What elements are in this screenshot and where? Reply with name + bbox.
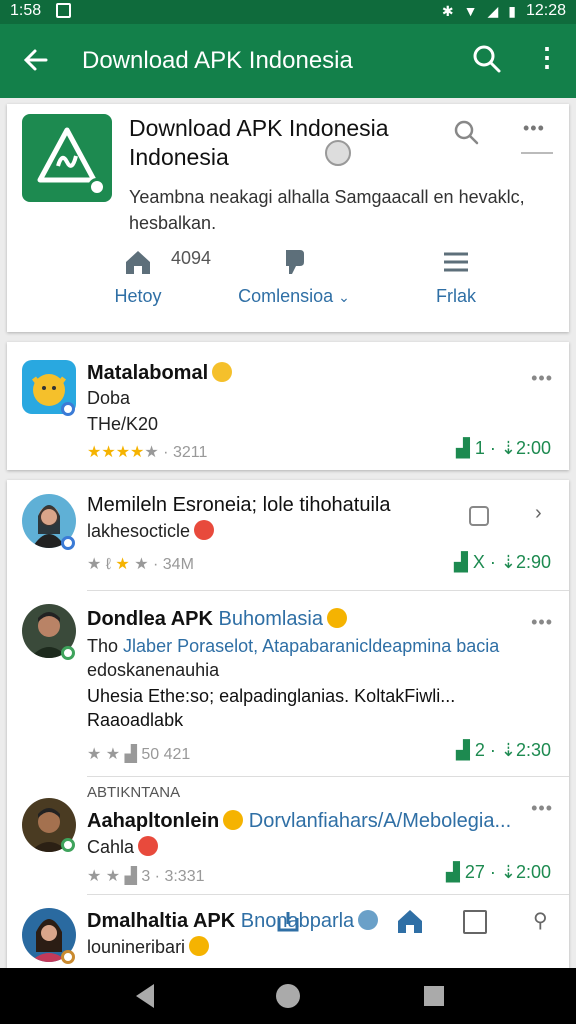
chart-icon: ▟	[453, 552, 468, 572]
status-clock: 12:28	[525, 2, 566, 19]
status-time: 1:58	[10, 2, 42, 19]
item-name: Memileln Esroneia; lole tihohatuila	[87, 494, 391, 516]
signal-icon: ◢	[487, 2, 499, 19]
wifi-icon: ▼	[463, 3, 478, 19]
item-subtitle: Tho Jlaber Poraselot, Atapabaranicldeapm…	[87, 636, 500, 656]
item-overline: ABTIKNTANA	[87, 784, 181, 801]
rating-stars: ★ ℓ ★ ★ · 34M	[87, 556, 194, 573]
smile-emoji-icon	[223, 810, 244, 830]
list-item[interactable]: Dondlea APK Buhomlasia ••• Tho Jlaber Po…	[7, 590, 569, 776]
overflow-menu-icon[interactable]: ⋮	[534, 42, 560, 76]
chevron-down-icon: ⌄	[338, 289, 350, 305]
item-description-3: Raaoadlabk	[87, 710, 184, 730]
chart-icon: ▟	[455, 438, 470, 458]
item-name: Dondlea APK Buhomlasia	[87, 608, 348, 631]
item-stats: ▟ 2 · ⇣2:30	[455, 740, 551, 760]
action-comments-label: Comlensioa	[238, 286, 334, 306]
home-icon[interactable]	[395, 906, 425, 936]
globe-emoji-icon	[358, 910, 379, 930]
emoji-icon	[325, 140, 351, 166]
message-icon[interactable]	[469, 506, 489, 526]
list-item[interactable]: Matalabomal ••• Doba THe/K20 ★★★★★ · 321…	[7, 342, 569, 470]
item-name: Aahapltonlein Dorvlanfiahars/A/Mebolegia…	[87, 810, 512, 832]
item-more-icon[interactable]: •••	[531, 798, 553, 819]
share-icon[interactable]	[275, 908, 301, 934]
list-card: Memileln Esroneia; lole tihohatuila lakh…	[7, 480, 569, 968]
app-bar: Download APK Indonesia ⋮	[0, 24, 576, 98]
smile-emoji-icon	[327, 608, 348, 628]
item-description: edoskanenauhia	[87, 660, 220, 680]
item-name: Matalabomal	[87, 362, 233, 385]
nav-recent-icon[interactable]	[424, 986, 444, 1006]
menu-icon	[444, 252, 468, 272]
action-comments[interactable]: Comlensioa ⌄	[229, 244, 359, 307]
nav-home-icon[interactable]	[276, 984, 300, 1008]
thumb-icon	[286, 250, 304, 274]
search-icon[interactable]	[470, 42, 504, 76]
app-header-card: Download APK Indonesia Indonesia ••• Yea…	[7, 104, 569, 332]
emoji-icon	[138, 836, 159, 856]
item-name: Dmalhaltia APK Bnonabparla	[87, 910, 379, 933]
rating-stars: ★ ★ ▟ 3 · 3:331	[87, 868, 205, 885]
key-icon[interactable]: ⚲	[533, 908, 548, 933]
battery-icon: ▮	[508, 2, 516, 19]
download-icon: ⇣	[500, 862, 516, 882]
verified-badge	[61, 646, 75, 660]
home-icon	[126, 251, 150, 274]
system-nav-bar	[0, 968, 576, 1024]
list-item[interactable]: ABTIKNTANA Aahapltonlein Dorvlanfiahars/…	[7, 776, 569, 894]
list-icon[interactable]	[463, 910, 487, 934]
item-more-icon[interactable]: •••	[531, 612, 553, 633]
smile-emoji-icon	[189, 936, 210, 956]
logo-badge	[88, 178, 106, 196]
app-description: Yeambna neakagi alhalla Samgaacall en he…	[129, 187, 525, 233]
chart-icon: ▟	[445, 862, 460, 882]
item-subtitle: lakhesocticle	[87, 520, 215, 542]
list-item[interactable]: Memileln Esroneia; lole tihohatuila lakh…	[7, 480, 569, 590]
rating-count: 4094	[171, 248, 212, 268]
verified-badge	[61, 402, 75, 416]
item-stats: ▟ X · ⇣2:90	[453, 552, 551, 572]
item-subtitle: Doba	[87, 388, 131, 408]
app-title: Download APK Indonesia Indonesia	[129, 115, 389, 170]
emoji-icon	[194, 520, 215, 540]
rating-stars: ★ ★ ▟ 50 421	[87, 746, 191, 763]
item-subtitle: lounineribari	[87, 936, 210, 958]
verified-badge	[61, 838, 75, 852]
back-arrow-icon[interactable]	[18, 42, 54, 78]
verified-badge	[61, 950, 75, 964]
chart-icon: ▟	[455, 740, 470, 760]
vibrate-icon: ✱	[441, 2, 454, 19]
action-more-label: Frlak	[436, 286, 476, 306]
header-divider	[521, 152, 553, 154]
app-bar-title: Download APK Indonesia	[82, 47, 353, 74]
item-version: THe/K20	[87, 414, 159, 434]
image-notification-icon	[56, 3, 71, 18]
item-subtitle: Cahla	[87, 836, 159, 858]
list-card: Matalabomal ••• Doba THe/K20 ★★★★★ · 321…	[7, 342, 569, 470]
nav-back-icon[interactable]	[136, 984, 154, 1008]
action-more[interactable]: Frlak	[421, 244, 491, 307]
download-icon: ⇣	[500, 740, 516, 760]
item-description-2: Uhesia Ethe:so; ealpadinglanias. KoltakF…	[87, 686, 456, 706]
rating-stars: ★★★★★ · 3211	[87, 444, 208, 461]
action-home[interactable]: Hetoy	[103, 244, 173, 307]
header-more-icon[interactable]: •••	[523, 118, 545, 139]
download-icon: ⇣	[500, 438, 516, 458]
app-logo	[22, 114, 112, 202]
list-item[interactable]: Dmalhaltia APK Bnonabparla lounineribari…	[7, 894, 569, 968]
status-bar: 1:58 ✱ ▼ ◢ ▮ 12:28	[0, 0, 576, 24]
action-home-label: Hetoy	[114, 286, 162, 306]
header-search-icon[interactable]	[452, 118, 480, 146]
item-stats: ▟ 1 · ⇣2:00	[455, 438, 551, 458]
verified-badge	[61, 536, 75, 550]
download-icon: ⇣	[500, 552, 516, 572]
expand-icon[interactable]: ›	[535, 502, 542, 525]
smile-emoji-icon	[212, 362, 233, 382]
item-stats: ▟ 27 · ⇣2:00	[445, 862, 551, 882]
item-more-icon[interactable]: •••	[531, 368, 553, 389]
status-icons: ✱ ▼ ◢ ▮ 12:28	[442, 2, 566, 20]
